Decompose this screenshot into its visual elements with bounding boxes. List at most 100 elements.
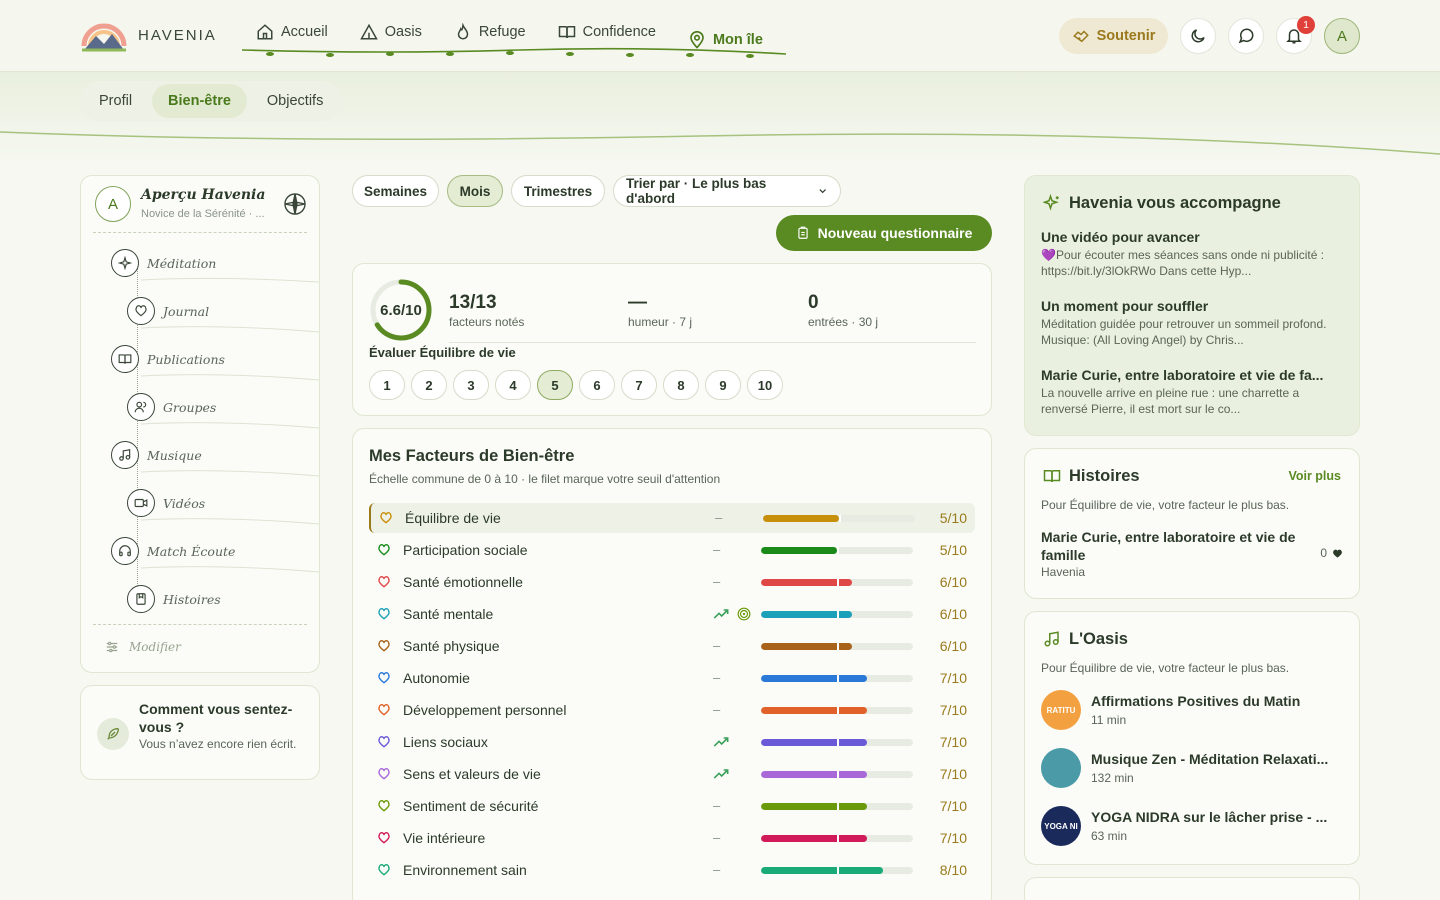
oasis-thumbnail: RATITU <box>1041 690 1081 730</box>
factor-bar <box>761 579 913 586</box>
accompany-title: Havenia vous accompagne <box>1069 194 1281 212</box>
overview-header: A Aperçu Havenia Novice de la Sérénité ·… <box>95 186 307 236</box>
rating-option[interactable]: 10 <box>747 370 783 400</box>
users-icon <box>127 393 155 421</box>
subtab-profil[interactable]: Profil <box>83 84 148 118</box>
subtab-bien-etre[interactable]: Bien-être <box>152 84 247 118</box>
factor-bar <box>761 739 913 746</box>
heart-icon <box>378 832 390 844</box>
rating-option[interactable]: 4 <box>495 370 531 400</box>
overview-item-histoires[interactable]: Histoires <box>127 585 221 613</box>
attention-threshold-mark <box>837 643 839 650</box>
factor-score: 7/10 <box>939 766 967 782</box>
new-questionnaire-label: Nouveau questionnaire <box>817 225 973 241</box>
feather-icon <box>97 718 129 750</box>
accompany-item-text: Méditation guidée pour retrouver un somm… <box>1041 317 1327 347</box>
heart-icon <box>378 704 390 716</box>
dark-mode-toggle[interactable] <box>1180 18 1216 54</box>
overview-item-meditation[interactable]: Méditation <box>111 249 216 277</box>
heart-icon <box>1333 549 1342 558</box>
factor-row[interactable]: Santé physique – 6/10 <box>369 631 975 661</box>
factor-score: 5/10 <box>939 542 967 558</box>
factor-row[interactable]: Santé mentale 6/10 <box>369 599 975 629</box>
rated-label: facteurs notés <box>449 315 525 329</box>
new-questionnaire-button[interactable]: Nouveau questionnaire <box>776 215 992 251</box>
nav-refuge[interactable]: Refuge <box>438 20 542 44</box>
factor-bar-fill <box>763 515 839 522</box>
factor-bar-fill <box>761 547 837 554</box>
factor-bar-fill <box>761 803 868 810</box>
factor-bar-fill <box>761 675 868 682</box>
factor-row[interactable]: Environnement sain – 8/10 <box>369 855 975 885</box>
story-likes[interactable]: 0 <box>1320 546 1343 560</box>
trend-flat: – <box>713 670 721 685</box>
rating-option[interactable]: 7 <box>621 370 657 400</box>
support-button[interactable]: Soutenir <box>1059 18 1168 54</box>
overview-modify-button[interactable]: Modifier <box>105 640 181 654</box>
mood-prompt-card[interactable]: Comment vous sentez-vous ? Vous n’avez e… <box>80 685 320 780</box>
factor-row[interactable]: Sens et valeurs de vie 7/10 <box>369 759 975 789</box>
rating-option[interactable]: 2 <box>411 370 447 400</box>
sliders-icon <box>106 641 118 653</box>
factor-row[interactable]: Autonomie – 7/10 <box>369 663 975 693</box>
stories-title: Histoires <box>1069 467 1140 485</box>
rating-option[interactable]: 6 <box>579 370 615 400</box>
subtab-objectifs[interactable]: Objectifs <box>251 84 339 118</box>
overview-item-videos[interactable]: Vidéos <box>127 489 205 517</box>
heart-icon <box>378 800 390 812</box>
filter-mois[interactable]: Mois <box>447 175 503 207</box>
factor-name: Santé physique <box>403 638 500 654</box>
user-avatar[interactable]: A <box>1324 18 1360 54</box>
factor-row[interactable]: Santé émotionnelle – 6/10 <box>369 567 975 597</box>
tent-icon <box>359 23 378 40</box>
sort-label: Trier par · Le plus bas d'abord <box>626 176 767 206</box>
overview-item-label: Publications <box>147 351 225 367</box>
rating-option[interactable]: 1 <box>369 370 405 400</box>
overview-item-journal[interactable]: Journal <box>127 297 209 325</box>
compass-icon[interactable] <box>283 192 307 216</box>
oasis-item-duration: 63 min <box>1091 829 1128 843</box>
factor-row[interactable]: Équilibre de vie – 5/10 <box>369 503 975 533</box>
notifications-button[interactable]: 1 <box>1276 16 1315 54</box>
brand-logo[interactable]: HAVENIA <box>80 16 217 54</box>
factor-row[interactable]: Liens sociaux 7/10 <box>369 727 975 757</box>
trend-up-icon <box>713 737 729 747</box>
accompany-item-text: La nouvelle arrive en pleine rue : une c… <box>1041 386 1300 416</box>
factor-score: 7/10 <box>939 798 967 814</box>
overview-divider <box>93 232 307 233</box>
trend-flat: – <box>713 830 721 845</box>
overview-item-label: Vidéos <box>163 495 206 511</box>
rating-option[interactable]: 9 <box>705 370 741 400</box>
chat-icon <box>1238 28 1254 44</box>
overview-item-match-ecoute[interactable]: Match Écoute <box>111 537 235 565</box>
factor-bar <box>761 547 913 554</box>
rating-option[interactable]: 5 <box>537 370 573 400</box>
nav-accueil[interactable]: Accueil <box>240 20 344 44</box>
filter-semaines[interactable]: Semaines <box>352 175 439 207</box>
havenia-logo-icon <box>81 23 127 52</box>
decorative-wave <box>0 131 1440 155</box>
factor-row[interactable]: Sentiment de sécurité – 7/10 <box>369 791 975 821</box>
trend-flat: – <box>713 862 721 877</box>
messages-button[interactable] <box>1228 18 1264 54</box>
heart-icon <box>378 640 390 652</box>
factor-row[interactable]: Participation sociale – 5/10 <box>369 535 975 565</box>
nav-oasis[interactable]: Oasis <box>344 20 438 44</box>
rating-option[interactable]: 8 <box>663 370 699 400</box>
heart-icon <box>127 297 155 325</box>
nav-confidence[interactable]: Confidence <box>542 20 672 44</box>
factor-row[interactable]: Vie intérieure – 7/10 <box>369 823 975 853</box>
sort-dropdown[interactable]: Trier par · Le plus bas d'abord <box>613 175 841 207</box>
overview-item-publications[interactable]: Publications <box>111 345 225 373</box>
factor-name: Santé mentale <box>403 606 494 622</box>
top-header: HAVENIA Accueil Oasis Refuge Confidence … <box>0 0 1440 72</box>
stories-see-more[interactable]: Voir plus <box>1288 469 1341 483</box>
rating-option[interactable]: 3 <box>453 370 489 400</box>
overview-item-groupes[interactable]: Groupes <box>127 393 216 421</box>
nav-accueil-label: Accueil <box>281 24 328 40</box>
overview-item-musique[interactable]: Musique <box>111 441 202 469</box>
filter-trimestres[interactable]: Trimestres <box>511 175 605 207</box>
oasis-item-duration: 11 min <box>1091 713 1127 727</box>
factor-name: Équilibre de vie <box>405 510 501 526</box>
factor-row[interactable]: Développement personnel – 7/10 <box>369 695 975 725</box>
